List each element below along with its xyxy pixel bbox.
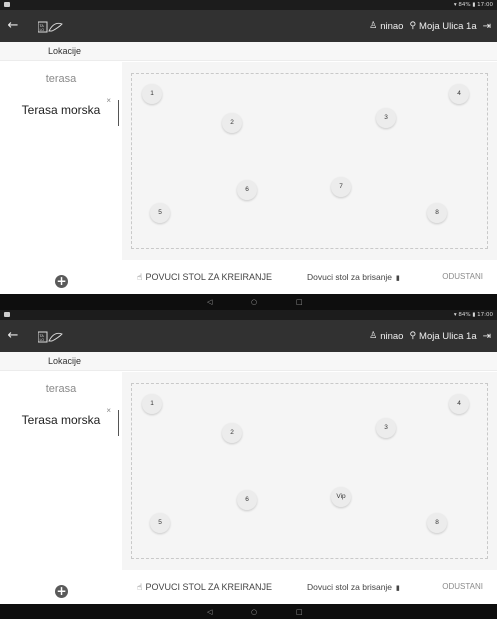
user-icon: ♙ (369, 21, 378, 31)
drop-to-delete-label: Dovuci stol za brisanje (307, 272, 393, 282)
logout-icon[interactable]: ⇥ (483, 331, 491, 342)
close-icon[interactable]: × (106, 406, 111, 415)
app-logo-icon: TA LO (38, 331, 63, 343)
table-6[interactable]: 6 (237, 180, 257, 200)
drop-to-delete-zone[interactable]: Dovuci stol za brisanje ▮ (307, 272, 400, 282)
locations-sidebar: terasa Terasa morska × + (0, 372, 122, 604)
table-2[interactable]: 2 (222, 113, 242, 133)
floor-plan: 1 2 3 4 5 6 7 8 (122, 62, 497, 260)
table-5[interactable]: 5 (150, 513, 170, 533)
system-nav-bar: ◁ ○ □ (0, 294, 497, 310)
table-7[interactable]: 7 (331, 177, 351, 197)
table-1[interactable]: 1 (142, 84, 162, 104)
status-bar: ▾ 84% ▮ 17:00 (0, 0, 497, 10)
screen-1: ▾ 84% ▮ 17:00 ← TA LO ♙ ninao ⚲ Moja Uli… (0, 0, 497, 310)
drag-hand-icon: ☝ (137, 583, 143, 593)
drag-hand-icon: ☝ (137, 273, 143, 283)
user-location-info: ♙ ninao ⚲ Moja Ulica 1a ⇥ (369, 320, 491, 352)
locations-title: Lokacije (48, 46, 82, 56)
drop-to-delete-label: Dovuci stol za brisanje (307, 582, 393, 592)
status-bar: ▾ 84% ▮ 17:00 (0, 310, 497, 320)
add-location-button[interactable]: + (55, 275, 68, 288)
user-icon: ♙ (369, 331, 378, 341)
table-3[interactable]: 3 (376, 108, 396, 128)
table-2[interactable]: 2 (222, 423, 242, 443)
address-label: Moja Ulica 1a (419, 20, 477, 32)
table-1[interactable]: 1 (142, 394, 162, 414)
svg-text:LO: LO (40, 28, 45, 32)
location-label: Terasa morska (21, 413, 101, 427)
app-logo-icon: TA LO (38, 21, 63, 33)
user-name: ninao (380, 330, 404, 342)
locations-title: Lokacije (48, 356, 82, 366)
notification-icon (4, 312, 10, 317)
back-arrow-icon[interactable]: ← (6, 16, 20, 36)
nav-recents-icon[interactable]: □ (296, 296, 303, 308)
action-bar: ☝ POVUCI STOL ZA KREIRANJE Dovuci stol za… (122, 577, 497, 599)
selected-indicator (117, 410, 119, 436)
drag-to-create-hint[interactable]: ☝ POVUCI STOL ZA KREIRANJE (137, 272, 272, 283)
location-pin-icon: ⚲ (409, 331, 417, 341)
app-bar: ← TA LO ♙ ninao ⚲ Moja Ulica 1a ⇥ (0, 320, 497, 352)
table-4[interactable]: 4 (449, 84, 469, 104)
trash-icon: ▮ (396, 584, 400, 592)
nav-recents-icon[interactable]: □ (296, 606, 303, 618)
drag-to-create-label: POVUCI STOL ZA KREIRANJE (145, 582, 273, 592)
location-item-terasa-morska[interactable]: Terasa morska × (0, 96, 122, 126)
locations-sidebar: terasa Terasa morska × + (0, 62, 122, 294)
screen-2: ▾ 84% ▮ 17:00 ← TA LO ♙ ninao ⚲ Moja Uli… (0, 310, 497, 619)
drag-to-create-hint[interactable]: ☝ POVUCI STOL ZA KREIRANJE (137, 582, 272, 593)
location-label: Terasa morska (21, 103, 101, 117)
location-item-terasa[interactable]: terasa (0, 73, 122, 85)
locations-header: Lokacije (0, 352, 497, 371)
app-bar: ← TA LO ♙ ninao ⚲ Moja Ulica 1a ⇥ (0, 10, 497, 42)
location-pin-icon: ⚲ (409, 21, 417, 31)
drag-to-create-label: POVUCI STOL ZA KREIRANJE (145, 272, 273, 282)
selected-indicator (117, 100, 119, 126)
notification-icon (4, 2, 10, 7)
table-vip[interactable]: Vip (331, 487, 351, 507)
nav-back-icon[interactable]: ◁ (207, 296, 212, 308)
user-name: ninao (380, 20, 404, 32)
table-5[interactable]: 5 (150, 203, 170, 223)
table-4[interactable]: 4 (449, 394, 469, 414)
back-arrow-icon[interactable]: ← (6, 326, 20, 346)
user-location-info: ♙ ninao ⚲ Moja Ulica 1a ⇥ (369, 10, 491, 42)
svg-text:LO: LO (40, 338, 45, 342)
table-8[interactable]: 8 (427, 513, 447, 533)
table-6[interactable]: 6 (237, 490, 257, 510)
trash-icon: ▮ (396, 274, 400, 282)
location-item-terasa[interactable]: terasa (0, 383, 122, 395)
cancel-button[interactable]: ODUSTANI (442, 582, 483, 591)
drop-to-delete-zone[interactable]: Dovuci stol za brisanje ▮ (307, 582, 400, 592)
table-8[interactable]: 8 (427, 203, 447, 223)
nav-back-icon[interactable]: ◁ (207, 606, 212, 618)
action-bar: ☝ POVUCI STOL ZA KREIRANJE Dovuci stol za… (122, 267, 497, 289)
close-icon[interactable]: × (106, 96, 111, 105)
system-nav-bar: ◁ ○ □ (0, 604, 497, 619)
table-3[interactable]: 3 (376, 418, 396, 438)
status-text: ▾ 84% ▮ 17:00 (453, 312, 493, 318)
floor-plan: 1 2 3 4 5 6 Vip 8 (122, 372, 497, 570)
add-location-button[interactable]: + (55, 585, 68, 598)
status-text: ▾ 84% ▮ 17:00 (453, 2, 493, 8)
locations-header: Lokacije (0, 42, 497, 61)
address-label: Moja Ulica 1a (419, 330, 477, 342)
location-item-terasa-morska[interactable]: Terasa morska × (0, 406, 122, 436)
nav-home-icon[interactable]: ○ (251, 606, 257, 618)
nav-home-icon[interactable]: ○ (251, 296, 257, 308)
cancel-button[interactable]: ODUSTANI (442, 272, 483, 281)
logout-icon[interactable]: ⇥ (483, 21, 491, 32)
